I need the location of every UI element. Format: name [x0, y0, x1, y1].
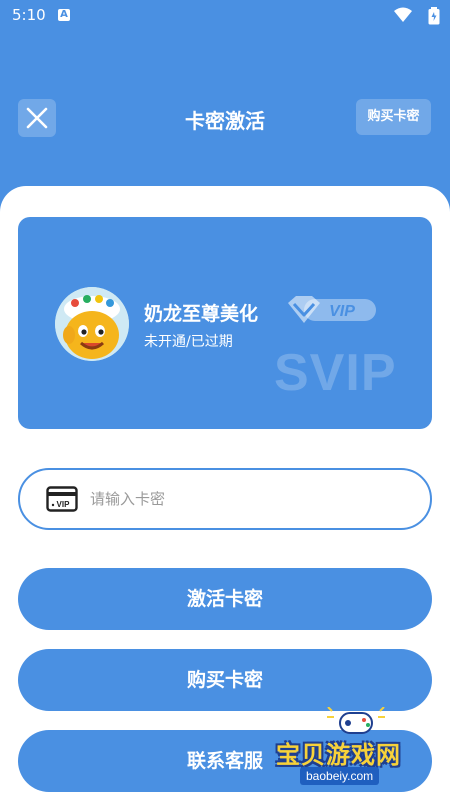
close-button[interactable]	[18, 99, 56, 137]
activate-button[interactable]: 激活卡密	[18, 568, 432, 630]
buy-card-button[interactable]: 购买卡密	[18, 649, 432, 711]
vip-badge-text: VIP	[329, 303, 355, 320]
avatar	[55, 287, 129, 361]
buy-card-header-button[interactable]: 购买卡密	[356, 99, 431, 135]
vip-badge: VIP	[284, 293, 380, 331]
product-name: 奶龙至尊美化	[144, 303, 259, 325]
status-time: 5:10	[12, 6, 46, 24]
membership-status: 未开通/已过期	[144, 334, 233, 350]
card-key-input[interactable]	[90, 484, 400, 514]
svip-watermark: SVIP	[274, 344, 397, 402]
wifi-icon	[394, 7, 412, 27]
site-logo-url: baobeiy.com	[300, 767, 380, 785]
status-bar: 5:10 A	[0, 0, 450, 32]
close-icon	[26, 107, 48, 129]
notification-icon: A	[58, 9, 70, 21]
header: 卡密激活 购买卡密	[0, 96, 450, 140]
vip-card-icon: VIP	[46, 486, 78, 516]
vip-status-card: SVIP 奶龙至尊美化 VIP 未开通/已过期	[18, 217, 432, 429]
svg-text:VIP: VIP	[57, 500, 71, 509]
card-key-field[interactable]: VIP	[18, 468, 432, 530]
battery-icon	[428, 7, 440, 29]
site-logo-title: 宝贝游戏网	[276, 741, 401, 769]
site-watermark-logo: 宝贝游戏网 baobeiy.com	[270, 705, 448, 795]
